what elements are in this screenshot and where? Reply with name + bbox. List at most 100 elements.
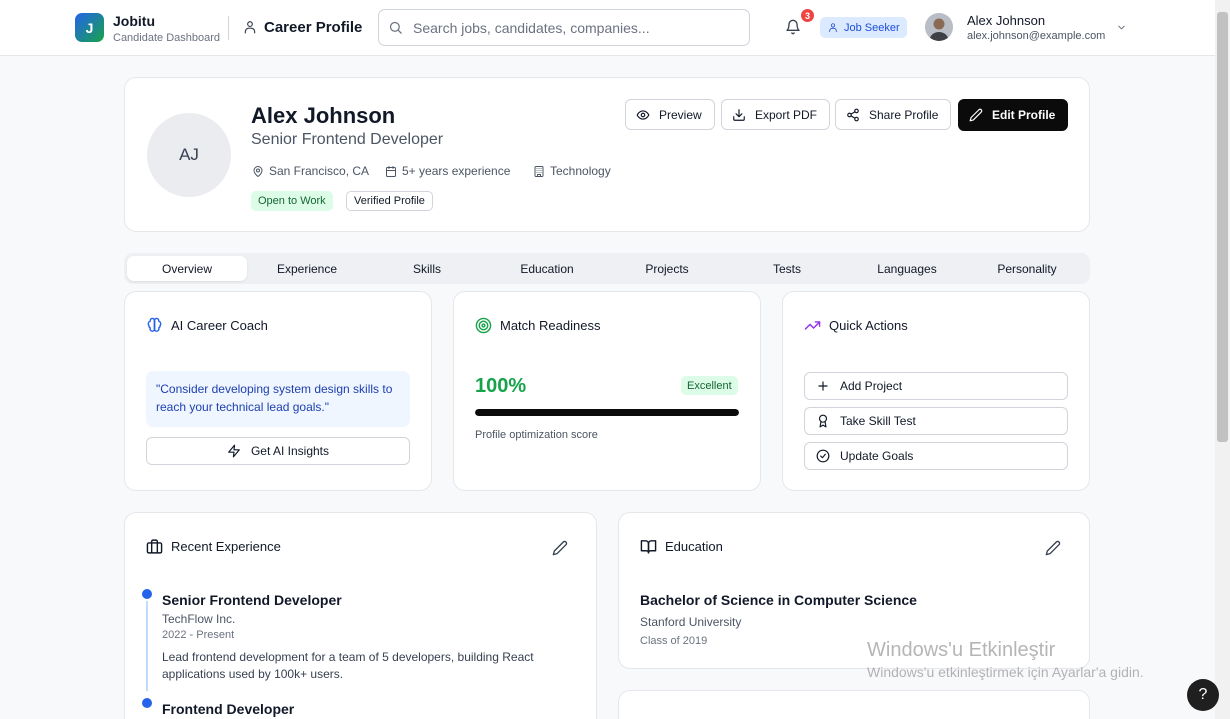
check-circle-icon — [816, 449, 830, 463]
pencil-icon[interactable] — [1045, 540, 1061, 556]
user-name: Alex Johnson — [967, 13, 1046, 28]
card-title: Education — [665, 539, 723, 554]
tab-tests[interactable]: Tests — [727, 256, 847, 281]
brand-name: Jobitu — [113, 13, 155, 29]
rating-badge: Excellent — [681, 376, 738, 395]
add-project-button[interactable]: Add Project — [804, 372, 1068, 400]
job-company: TechFlow Inc. — [162, 612, 236, 626]
quick-actions-card: Quick Actions Add Project Take Skill Tes… — [782, 291, 1090, 491]
card-header: AI Career Coach — [146, 317, 268, 334]
pencil-icon[interactable] — [552, 540, 568, 556]
profile-tabs: Overview Experience Skills Education Pro… — [124, 253, 1090, 284]
recent-experience-card: Recent Experience Senior Frontend Develo… — [124, 512, 597, 719]
map-pin-icon — [252, 165, 264, 178]
education-school: Stanford University — [640, 615, 742, 629]
search-input[interactable] — [413, 10, 743, 45]
verified-profile-badge: Verified Profile — [346, 191, 433, 211]
job-period: 2022 - Present — [162, 629, 235, 641]
open-to-work-badge: Open to Work — [251, 191, 333, 211]
search-box[interactable] — [378, 9, 750, 46]
target-icon — [475, 317, 492, 334]
tab-languages[interactable]: Languages — [847, 256, 967, 281]
add-project-label: Add Project — [840, 379, 903, 393]
timeline-dot — [142, 698, 152, 708]
role-badge: Job Seeker — [820, 17, 907, 38]
job-title: Frontend Developer — [162, 701, 295, 717]
building-icon — [533, 165, 545, 178]
profile-title: Senior Frontend Developer — [251, 131, 444, 148]
edit-profile-button[interactable]: Edit Profile — [958, 99, 1069, 131]
notification-count-badge: 3 — [801, 9, 814, 22]
match-progress-bar — [475, 409, 739, 416]
top-header: J Jobitu Candidate Dashboard Career Prof… — [0, 0, 1215, 56]
education-class: Class of 2019 — [640, 635, 708, 647]
card-header: Match Readiness — [475, 317, 600, 334]
get-ai-insights-button[interactable]: Get AI Insights — [146, 437, 410, 465]
bell-icon[interactable] — [785, 18, 801, 36]
book-open-icon — [640, 538, 657, 555]
help-button[interactable]: ? — [1187, 679, 1219, 711]
scrollbar[interactable] — [1215, 0, 1230, 719]
tab-projects[interactable]: Projects — [607, 256, 727, 281]
experience-text: 5+ years experience — [402, 164, 511, 178]
chevron-down-icon[interactable] — [1116, 22, 1127, 33]
match-progress-fill — [475, 409, 739, 416]
match-readiness-card: Match Readiness 100% Excellent Profile o… — [453, 291, 761, 491]
preview-button[interactable]: Preview — [625, 99, 715, 130]
zap-icon — [227, 444, 241, 458]
briefcase-icon — [146, 538, 163, 555]
take-skill-test-button[interactable]: Take Skill Test — [804, 407, 1068, 435]
profile-name: Alex Johnson — [251, 103, 396, 128]
take-skill-test-label: Take Skill Test — [840, 414, 916, 428]
windows-activation-title: Windows'u Etkinleştir — [867, 639, 1056, 661]
card-title: Match Readiness — [500, 318, 601, 333]
tab-skills[interactable]: Skills — [367, 256, 487, 281]
windows-activation-subtitle: Windows'u etkinleştirmek için Ayarlar'a … — [867, 664, 1144, 680]
logo[interactable]: J — [75, 13, 104, 42]
job-title: Senior Frontend Developer — [162, 592, 342, 608]
logo-letter: J — [85, 19, 94, 36]
export-pdf-label: Export PDF — [755, 107, 818, 122]
card-header: Recent Experience — [146, 538, 281, 555]
coach-quote: "Consider developing system design skill… — [146, 371, 410, 427]
tab-experience[interactable]: Experience — [247, 256, 367, 281]
user-email: alex.johnson@example.com — [967, 30, 1106, 42]
next-section-card — [618, 690, 1090, 719]
page-title: Career Profile — [264, 19, 363, 36]
update-goals-button[interactable]: Update Goals — [804, 442, 1068, 470]
industry-text: Technology — [550, 164, 611, 178]
tab-personality[interactable]: Personality — [967, 256, 1087, 281]
job-description: Lead frontend development for a team of … — [162, 650, 534, 681]
education-degree: Bachelor of Science in Computer Science — [640, 592, 917, 608]
profile-location: San Francisco, CA — [252, 164, 369, 178]
ai-career-coach-card: AI Career Coach "Consider developing sys… — [124, 291, 432, 491]
brand-subtitle: Candidate Dashboard — [113, 32, 221, 44]
header-divider — [228, 16, 229, 40]
share-icon — [846, 108, 860, 122]
brain-icon — [146, 317, 163, 334]
profile-industry: Technology — [533, 164, 611, 178]
get-ai-insights-label: Get AI Insights — [250, 444, 330, 458]
scrollbar-thumb[interactable] — [1217, 12, 1228, 442]
card-title: Quick Actions — [829, 318, 908, 333]
timeline-dot — [142, 589, 152, 599]
avatar[interactable] — [925, 13, 953, 41]
progress-caption: Profile optimization score — [475, 429, 598, 441]
timeline-line — [146, 601, 148, 691]
profile-card: AJ Alex Johnson Senior Frontend Develope… — [124, 77, 1090, 232]
match-percent: 100% — [475, 375, 527, 397]
award-icon — [816, 414, 830, 428]
card-title: Recent Experience — [171, 539, 281, 554]
tab-overview[interactable]: Overview — [127, 256, 247, 281]
trending-up-icon — [804, 317, 821, 334]
tab-education[interactable]: Education — [487, 256, 607, 281]
user-icon — [828, 22, 838, 33]
search-icon — [388, 20, 403, 35]
calendar-icon — [385, 165, 397, 178]
export-pdf-button[interactable]: Export PDF — [721, 99, 831, 130]
download-icon — [732, 108, 746, 122]
user-icon — [243, 19, 257, 35]
plus-icon — [816, 379, 830, 393]
card-header: Education — [640, 538, 723, 555]
share-profile-button[interactable]: Share Profile — [835, 99, 952, 130]
